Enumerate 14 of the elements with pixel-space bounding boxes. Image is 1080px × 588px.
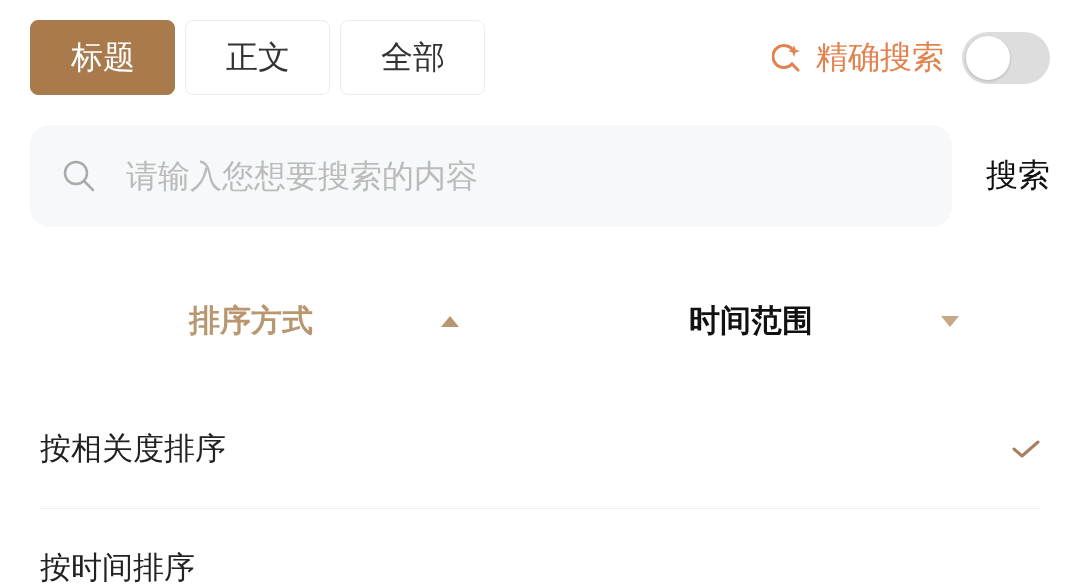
search-icon: [62, 159, 96, 193]
tab[interactable]: 正文: [185, 20, 330, 95]
exact-search-label: 精确搜索: [816, 36, 944, 78]
tab[interactable]: 标题: [30, 20, 175, 95]
triangle-up-icon: [441, 315, 459, 327]
sort-option[interactable]: 按相关度排序: [40, 390, 1040, 509]
tab[interactable]: 全部: [340, 20, 485, 95]
triangle-down-icon: [941, 315, 959, 327]
filter-dropdown[interactable]: 时间范围: [540, 291, 1040, 351]
search-link[interactable]: 搜索: [986, 154, 1050, 198]
search-sparkle-icon: [772, 42, 802, 73]
sort-option[interactable]: 按时间排序: [40, 509, 1040, 588]
search-field[interactable]: 请输入您想要搜索的内容: [30, 125, 952, 227]
exact-search-toggle[interactable]: [962, 31, 1050, 84]
